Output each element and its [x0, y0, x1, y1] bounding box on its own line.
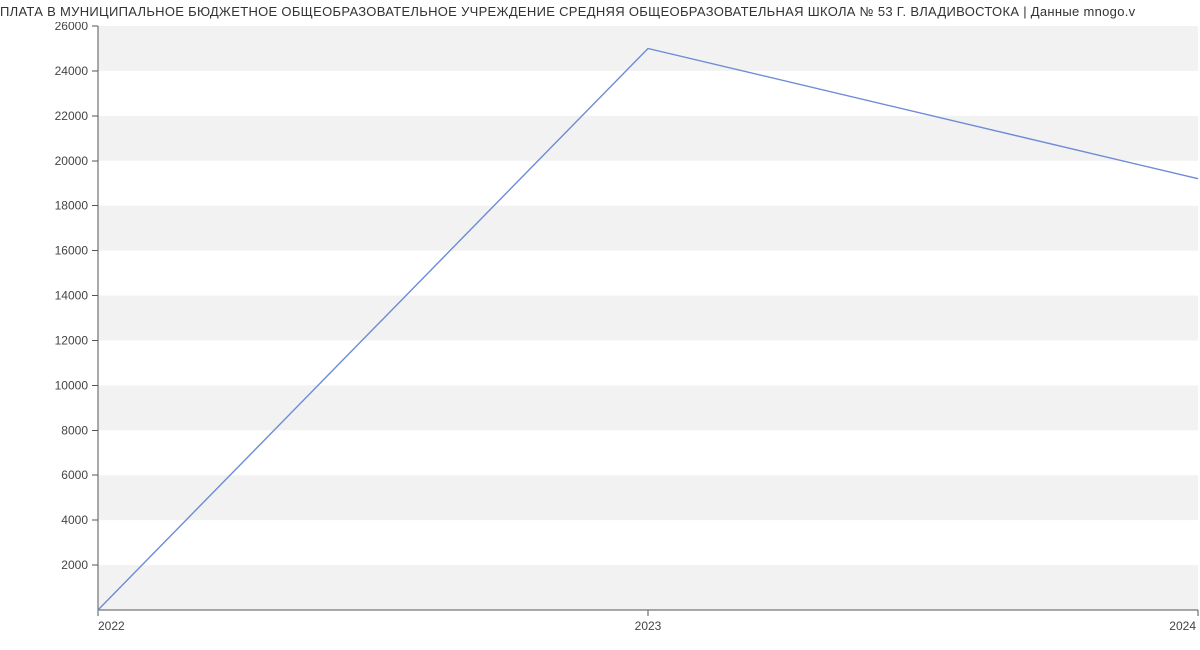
y-tick-label: 4000 [61, 513, 88, 527]
y-tick-label: 16000 [55, 244, 89, 258]
y-tick-label: 12000 [55, 333, 89, 347]
y-tick-label: 14000 [55, 289, 89, 303]
y-tick-label: 20000 [55, 154, 89, 168]
x-tick-label: 2023 [635, 619, 662, 633]
y-tick-label: 18000 [55, 199, 89, 213]
y-tick-label: 2000 [61, 558, 88, 572]
chart-svg: 2000 4000 6000 8000 10000 12000 14000 16000 1800… [0, 22, 1200, 650]
y-tick-label: 22000 [55, 109, 89, 123]
y-tick-label: 10000 [55, 378, 89, 392]
y-tick-label: 26000 [55, 22, 89, 33]
y-tick-label: 6000 [61, 468, 88, 482]
y-tick-label: 8000 [61, 423, 88, 437]
x-tick-label: 2024 [1169, 619, 1196, 633]
chart-area: 2000 4000 6000 8000 10000 12000 14000 16000 1800… [0, 22, 1200, 650]
y-tick-label: 24000 [55, 64, 89, 78]
x-tick-label: 2022 [98, 619, 125, 633]
